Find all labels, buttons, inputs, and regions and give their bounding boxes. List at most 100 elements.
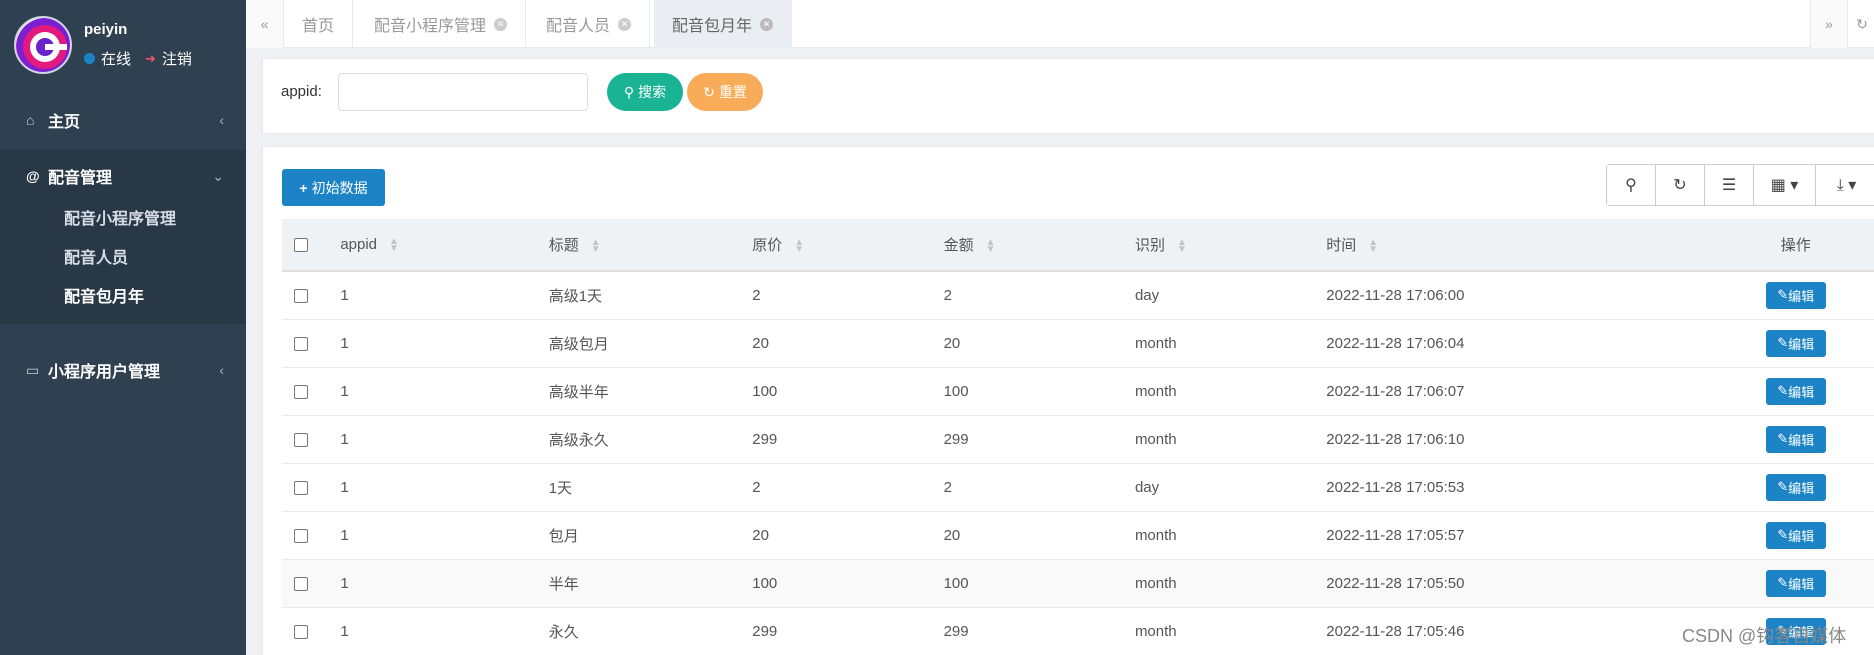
download-icon: ⤓ ▾ <box>1836 177 1857 194</box>
close-icon[interactable]: ✕ <box>618 17 632 31</box>
column-header-time[interactable]: 时间 ▲ ▼ <box>1314 219 1717 272</box>
export-button[interactable]: ⤓ ▾ <box>1816 165 1874 205</box>
edit-button[interactable]: ✎ 编辑 <box>1765 281 1826 309</box>
tab-monthly-yearly[interactable]: 配音包月年 ✕ <box>654 0 793 48</box>
cell-original-price: 20 <box>740 511 932 560</box>
close-icon[interactable]: ✕ <box>760 17 774 31</box>
sidebar-subitem-dubbers[interactable]: 配音人员 <box>64 244 128 268</box>
cell-identifier: day <box>1122 463 1315 512</box>
column-header-actions: 操作 <box>1716 219 1874 272</box>
edit-button[interactable]: ✎ 编辑 <box>1765 377 1826 405</box>
table-refresh-button[interactable]: ↻ <box>1656 165 1705 205</box>
cell-original-price: 100 <box>740 367 932 416</box>
table-search-button[interactable]: ⚲ <box>1607 165 1656 205</box>
cell-title: 高级1天 <box>536 271 741 320</box>
logout-link[interactable]: 注销 <box>162 48 192 69</box>
cell-amount: 20 <box>931 511 1123 560</box>
column-header-title[interactable]: 标题 ▲ ▼ <box>536 219 741 272</box>
cell-original-price: 299 <box>740 415 932 464</box>
columns-button[interactable]: ▦ ▾ <box>1754 165 1816 205</box>
cell-original-price: 2 <box>740 463 932 512</box>
user-profile: peiyin 在线 ➜ 注销 <box>0 0 246 90</box>
tab-monthly-yearly-label: 配音包月年 <box>672 18 753 35</box>
row-checkbox[interactable] <box>294 480 308 495</box>
row-checkbox[interactable] <box>294 288 308 303</box>
sidebar-subitem-mini-program[interactable]: 配音小程序管理 <box>64 205 176 229</box>
table-toolbar: ⚲ ↻ ☰ ▦ ▾ ⤓ ▾ <box>1606 164 1874 206</box>
table-panel: + 初始数据 ⚲ ↻ ☰ ▦ ▾ ⤓ ▾ appid ▲ ▼ 标题 ▲ ▼ 原价 ▲ ▼ 金… <box>262 146 1874 655</box>
select-all-checkbox[interactable] <box>294 238 308 253</box>
cell-time: 2022-11-28 17:05:57 <box>1314 511 1717 560</box>
sort-icon: ▲ ▼ <box>389 236 399 255</box>
tab-dubbers[interactable]: 配音人员 ✕ <box>528 0 651 48</box>
row-checkbox[interactable] <box>294 624 308 639</box>
column-header-identifier[interactable]: 识别 ▲ ▼ <box>1122 219 1315 272</box>
edit-icon: ✎ <box>1777 383 1789 398</box>
sort-icon: ▲ ▼ <box>1176 237 1187 256</box>
row-checkbox[interactable] <box>294 336 308 351</box>
tab-dubbers-label: 配音人员 <box>546 18 611 35</box>
tab-home[interactable]: 首页 <box>284 0 354 48</box>
edit-button[interactable]: ✎ 编辑 <box>1765 425 1826 453</box>
tab-mini-program[interactable]: 配音小程序管理 ✕ <box>356 0 527 48</box>
search-icon: ⚲ <box>1625 177 1637 194</box>
appid-input[interactable] <box>338 73 588 111</box>
online-status-text: 在线 <box>101 51 132 68</box>
table-row: 1 半年 100 100 month 2022-11-28 17:05:50 ✎… <box>282 559 1874 608</box>
row-checkbox[interactable] <box>294 384 308 399</box>
tab-mini-program-label: 配音小程序管理 <box>374 18 487 35</box>
sidebar-subitem-monthly-yearly[interactable]: 配音包月年 <box>64 283 144 307</box>
init-data-button[interactable]: + 初始数据 <box>282 169 385 206</box>
chevron-left-icon: ‹ <box>219 112 224 128</box>
tab-scroll-left-button[interactable]: « <box>246 0 284 48</box>
cell-original-price: 2 <box>740 271 932 320</box>
edit-button[interactable]: ✎ 编辑 <box>1765 521 1826 549</box>
cell-original-price: 299 <box>740 607 932 655</box>
data-table: appid ▲ ▼ 标题 ▲ ▼ 原价 ▲ ▼ 金额 ▲ ▼ 识别 ▲ ▼ 时间 ▲ ▼ 操作 1 高级… <box>282 219 1874 655</box>
double-chevron-right-icon: » <box>1825 16 1833 32</box>
close-icon[interactable]: ✕ <box>494 17 508 31</box>
grid-icon: ▦ ▾ <box>1770 177 1799 194</box>
toggle-view-button[interactable]: ☰ <box>1705 165 1754 205</box>
cell-identifier: month <box>1122 559 1315 608</box>
cell-time: 2022-11-28 17:06:10 <box>1314 415 1717 464</box>
row-checkbox[interactable] <box>294 528 308 543</box>
search-button-label: 搜索 <box>638 84 667 100</box>
appid-label: appid: <box>281 83 322 100</box>
row-checkbox[interactable] <box>294 432 308 447</box>
reset-button[interactable]: ↻ 重置 <box>687 73 763 111</box>
edit-icon: ✎ <box>1777 527 1789 542</box>
select-all-cell <box>282 219 329 272</box>
cell-title: 高级永久 <box>536 415 741 464</box>
edit-button[interactable]: ✎ 编辑 <box>1765 473 1826 501</box>
cell-original-price: 100 <box>740 559 932 608</box>
cell-title: 1天 <box>536 463 741 512</box>
row-checkbox[interactable] <box>294 576 308 591</box>
tab-home-label: 首页 <box>302 18 335 35</box>
refresh-icon: ↻ <box>703 83 715 100</box>
home-icon: ⌂ <box>26 112 35 128</box>
cell-amount: 299 <box>931 607 1123 655</box>
refresh-icon: ↻ <box>1856 15 1868 32</box>
sidebar-item-mini-users-label: 小程序用户管理 <box>48 364 161 381</box>
edit-button[interactable]: ✎ 编辑 <box>1765 569 1826 597</box>
search-icon: ⚲ <box>623 83 635 100</box>
search-button[interactable]: ⚲ 搜索 <box>607 73 683 111</box>
battery-icon: ▭ <box>26 361 40 378</box>
sidebar-item-dubbing[interactable]: @ 配音管理 ⌄ <box>0 160 246 192</box>
chevron-left-icon: ‹ <box>219 362 224 378</box>
refresh-tab-button[interactable]: ↻ <box>1850 0 1874 48</box>
logout-icon[interactable]: ➜ <box>145 51 156 67</box>
cell-identifier: day <box>1122 271 1315 320</box>
cell-amount: 100 <box>931 367 1123 416</box>
column-header-amount[interactable]: 金额 ▲ ▼ <box>931 219 1123 272</box>
tab-scroll-right-button[interactable]: » <box>1810 0 1848 48</box>
sidebar-item-dubbing-label: 配音管理 <box>48 170 113 187</box>
edit-button[interactable]: ✎ 编辑 <box>1765 329 1826 357</box>
cell-title: 高级半年 <box>536 367 741 416</box>
avatar[interactable] <box>14 16 72 74</box>
sidebar-item-home[interactable]: ⌂ 主页 ‹ <box>0 104 246 136</box>
column-header-appid[interactable]: appid ▲ ▼ <box>328 219 537 272</box>
sidebar-item-mini-users[interactable]: ▭ 小程序用户管理 ‹ <box>0 352 246 388</box>
column-header-original-price[interactable]: 原价 ▲ ▼ <box>740 219 932 272</box>
